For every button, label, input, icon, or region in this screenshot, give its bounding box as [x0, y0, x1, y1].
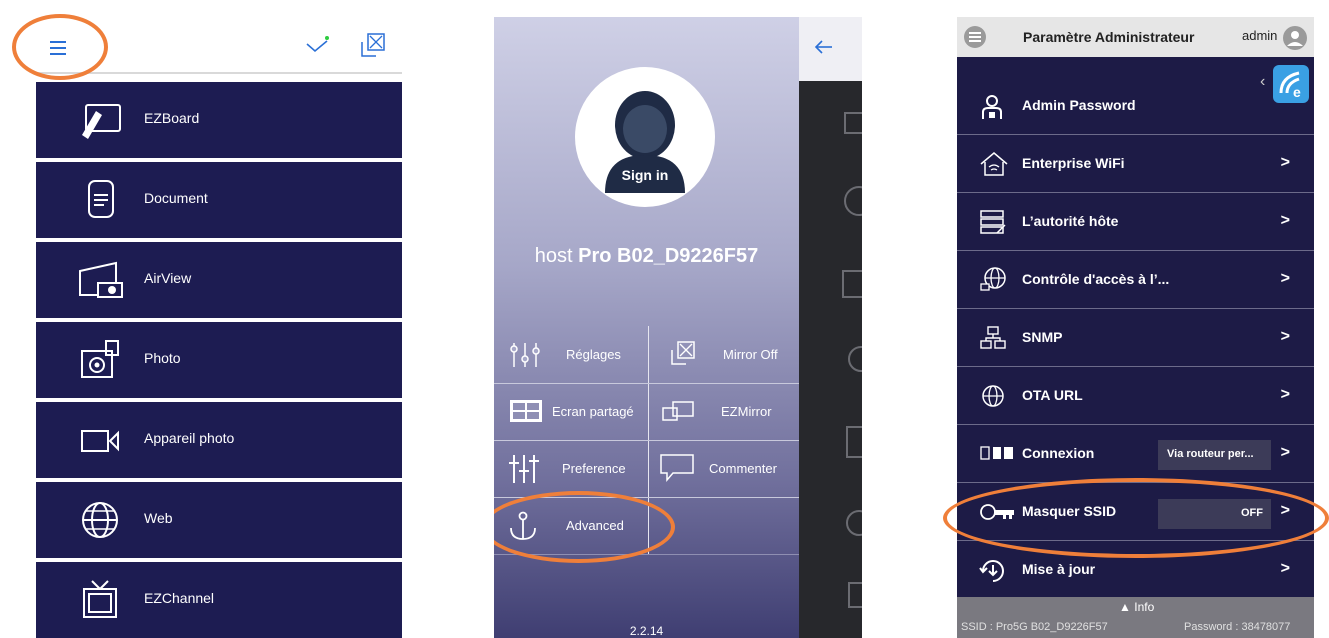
network-icon: [980, 326, 1006, 349]
checkmark-icon[interactable]: [305, 34, 331, 56]
row-enterprise-wifi[interactable]: Enterprise WiFi >: [957, 135, 1314, 193]
page-title: Paramètre Administrateur: [1023, 29, 1195, 45]
camera-icon: [81, 430, 119, 452]
chevron-right-icon: >: [1280, 154, 1290, 171]
menu-item-photo[interactable]: Photo: [36, 322, 402, 398]
preference-label: Preference: [562, 461, 626, 476]
menu-item-label: Web: [144, 510, 173, 526]
ssid-label: SSID : Pro5G B02_D9226F57: [961, 621, 1108, 633]
preference-button[interactable]: Preference: [494, 441, 646, 497]
mirror-off-button[interactable]: Mirror Off: [649, 327, 801, 383]
chevron-right-icon: >: [1280, 270, 1290, 287]
menu-item-document[interactable]: Document: [36, 162, 402, 238]
menu-item-label: Document: [144, 190, 208, 206]
mirror-icon[interactable]: [359, 31, 387, 59]
arrow-left-icon[interactable]: [814, 39, 834, 55]
menu-screen: EZBoard Document AirView Photo Appareil …: [0, 0, 402, 638]
pen-board-icon: [82, 104, 121, 139]
comment-icon: [660, 454, 694, 483]
mirror-off-label: Mirror Off: [723, 347, 778, 362]
row-label: Admin Password: [1022, 97, 1136, 113]
header-bar: Paramètre Administrateur admin: [957, 17, 1314, 57]
server-icon: [980, 210, 1006, 234]
host-device-name: Pro B02_D9226F57: [578, 245, 759, 267]
menu-item-camera[interactable]: Appareil photo: [36, 402, 402, 478]
background-icons: [842, 112, 862, 608]
equalizer-icon: [509, 455, 539, 483]
divider: [38, 72, 402, 74]
menu-item-label: EZChannel: [144, 590, 215, 606]
sign-in-label[interactable]: Sign in: [575, 167, 715, 183]
row-label: Enterprise WiFi: [1022, 155, 1125, 171]
split-screen-icon: [510, 400, 542, 422]
menu-item-airview[interactable]: AirView: [36, 242, 402, 318]
menu-item-ezchannel[interactable]: EZChannel: [36, 562, 402, 638]
house-wifi-icon: [980, 152, 1008, 176]
chevron-right-icon: >: [1280, 560, 1290, 577]
row-label: SNMP: [1022, 329, 1063, 345]
ecran-partage-label: Ecran partagé: [552, 404, 634, 419]
drawer-screen: Sign in host Pro B02_D9226F57 Réglages M…: [494, 17, 862, 638]
chevron-right-icon: >: [1280, 386, 1290, 403]
version-label: 2.2.14: [629, 624, 664, 638]
row-label: L’autorité hôte: [1022, 213, 1119, 229]
globe-icon: [82, 502, 118, 538]
ecran-partage-button[interactable]: Ecran partagé: [494, 384, 646, 440]
menu-item-label: Appareil photo: [144, 430, 235, 446]
chevron-right-icon: >: [1280, 328, 1290, 345]
info-footer[interactable]: ▲ Info SSID : Pro5G B02_D9226F57 Passwor…: [957, 597, 1314, 638]
highlight-ring: [12, 14, 108, 80]
tv-icon: [83, 580, 117, 618]
username: admin: [1242, 28, 1278, 43]
avatar[interactable]: Sign in: [575, 67, 715, 207]
sliders-icon: [510, 343, 540, 367]
row-label: Mise à jour: [1022, 561, 1096, 577]
menu-item-ezboard[interactable]: EZBoard: [36, 82, 402, 158]
user-avatar-icon[interactable]: [1282, 25, 1308, 51]
commenter-label: Commenter: [709, 461, 777, 476]
chevron-right-icon: >: [1280, 212, 1290, 229]
row-connexion[interactable]: Connexion Via routeur per... >: [957, 425, 1314, 483]
photo-icon: [81, 340, 119, 378]
reglages-label: Réglages: [566, 347, 621, 362]
row-host-authority[interactable]: L’autorité hôte >: [957, 193, 1314, 251]
row-access-control[interactable]: Contrôle d'accès à l’... >: [957, 251, 1314, 309]
row-label: Connexion: [1022, 445, 1095, 461]
mirror-icon: [671, 341, 695, 365]
row-label: OTA URL: [1022, 387, 1083, 403]
password-label: Password : 38478077: [1184, 621, 1291, 633]
globe-icon: [982, 385, 1004, 407]
update-icon: [979, 560, 1004, 582]
row-label: Contrôle d'accès à l’...: [1022, 271, 1170, 287]
row-ota-url[interactable]: OTA URL >: [957, 367, 1314, 425]
ezmirror-button[interactable]: EZMirror: [649, 384, 801, 440]
menu-item-label: EZBoard: [144, 110, 200, 126]
connection-icon: [980, 446, 1013, 460]
row-snmp[interactable]: SNMP >: [957, 309, 1314, 367]
host-prefix: host: [534, 245, 573, 267]
highlight-ring: [943, 478, 1329, 558]
commenter-button[interactable]: Commenter: [649, 441, 801, 497]
ezmirror-label: EZMirror: [721, 404, 772, 419]
host-name: host Pro B02_D9226F57: [494, 245, 799, 268]
document-icon: [88, 180, 114, 218]
connexion-value-text: Via routeur per...: [1167, 448, 1254, 460]
row-admin-password[interactable]: Admin Password: [957, 77, 1314, 135]
info-label: Info: [1134, 600, 1155, 614]
reglages-button[interactable]: Réglages: [494, 327, 646, 383]
info-toggle[interactable]: ▲ Info: [1119, 600, 1154, 614]
key-user-icon: [982, 95, 1002, 119]
menu-icon[interactable]: [963, 25, 987, 49]
connexion-value[interactable]: Via routeur per...: [1158, 440, 1271, 470]
menu-item-web[interactable]: Web: [36, 482, 402, 558]
menu-item-label: AirView: [144, 270, 192, 286]
chevron-up-icon: ▲: [1119, 600, 1131, 614]
ezmirror-icon: [662, 401, 694, 421]
chevron-right-icon: >: [1280, 444, 1290, 461]
globe-network-icon: [980, 267, 1006, 291]
menu-item-label: Photo: [144, 350, 181, 366]
airview-icon: [79, 261, 123, 298]
